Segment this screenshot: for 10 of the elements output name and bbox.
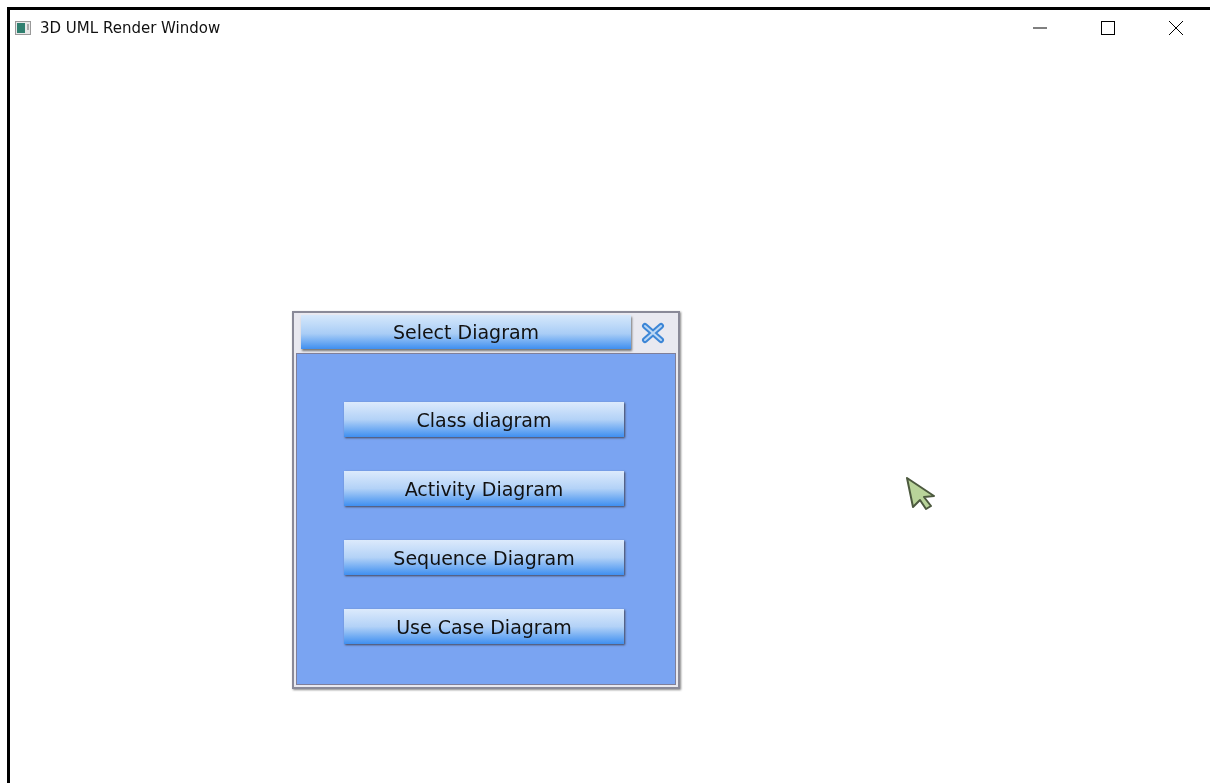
- diagram-button[interactable]: Class diagram: [344, 402, 624, 437]
- diagram-button[interactable]: Sequence Diagram: [344, 540, 624, 575]
- diagram-button[interactable]: Activity Diagram: [344, 471, 624, 506]
- pointer-cursor-icon: [905, 476, 937, 510]
- window-title: 3D UML Render Window: [40, 19, 221, 37]
- app-icon: [15, 21, 31, 35]
- dialog-title: Select Diagram: [301, 314, 631, 349]
- close-icon[interactable]: [1169, 21, 1183, 35]
- maximize-icon[interactable]: [1101, 21, 1115, 35]
- diagram-button[interactable]: Use Case Diagram: [344, 609, 624, 644]
